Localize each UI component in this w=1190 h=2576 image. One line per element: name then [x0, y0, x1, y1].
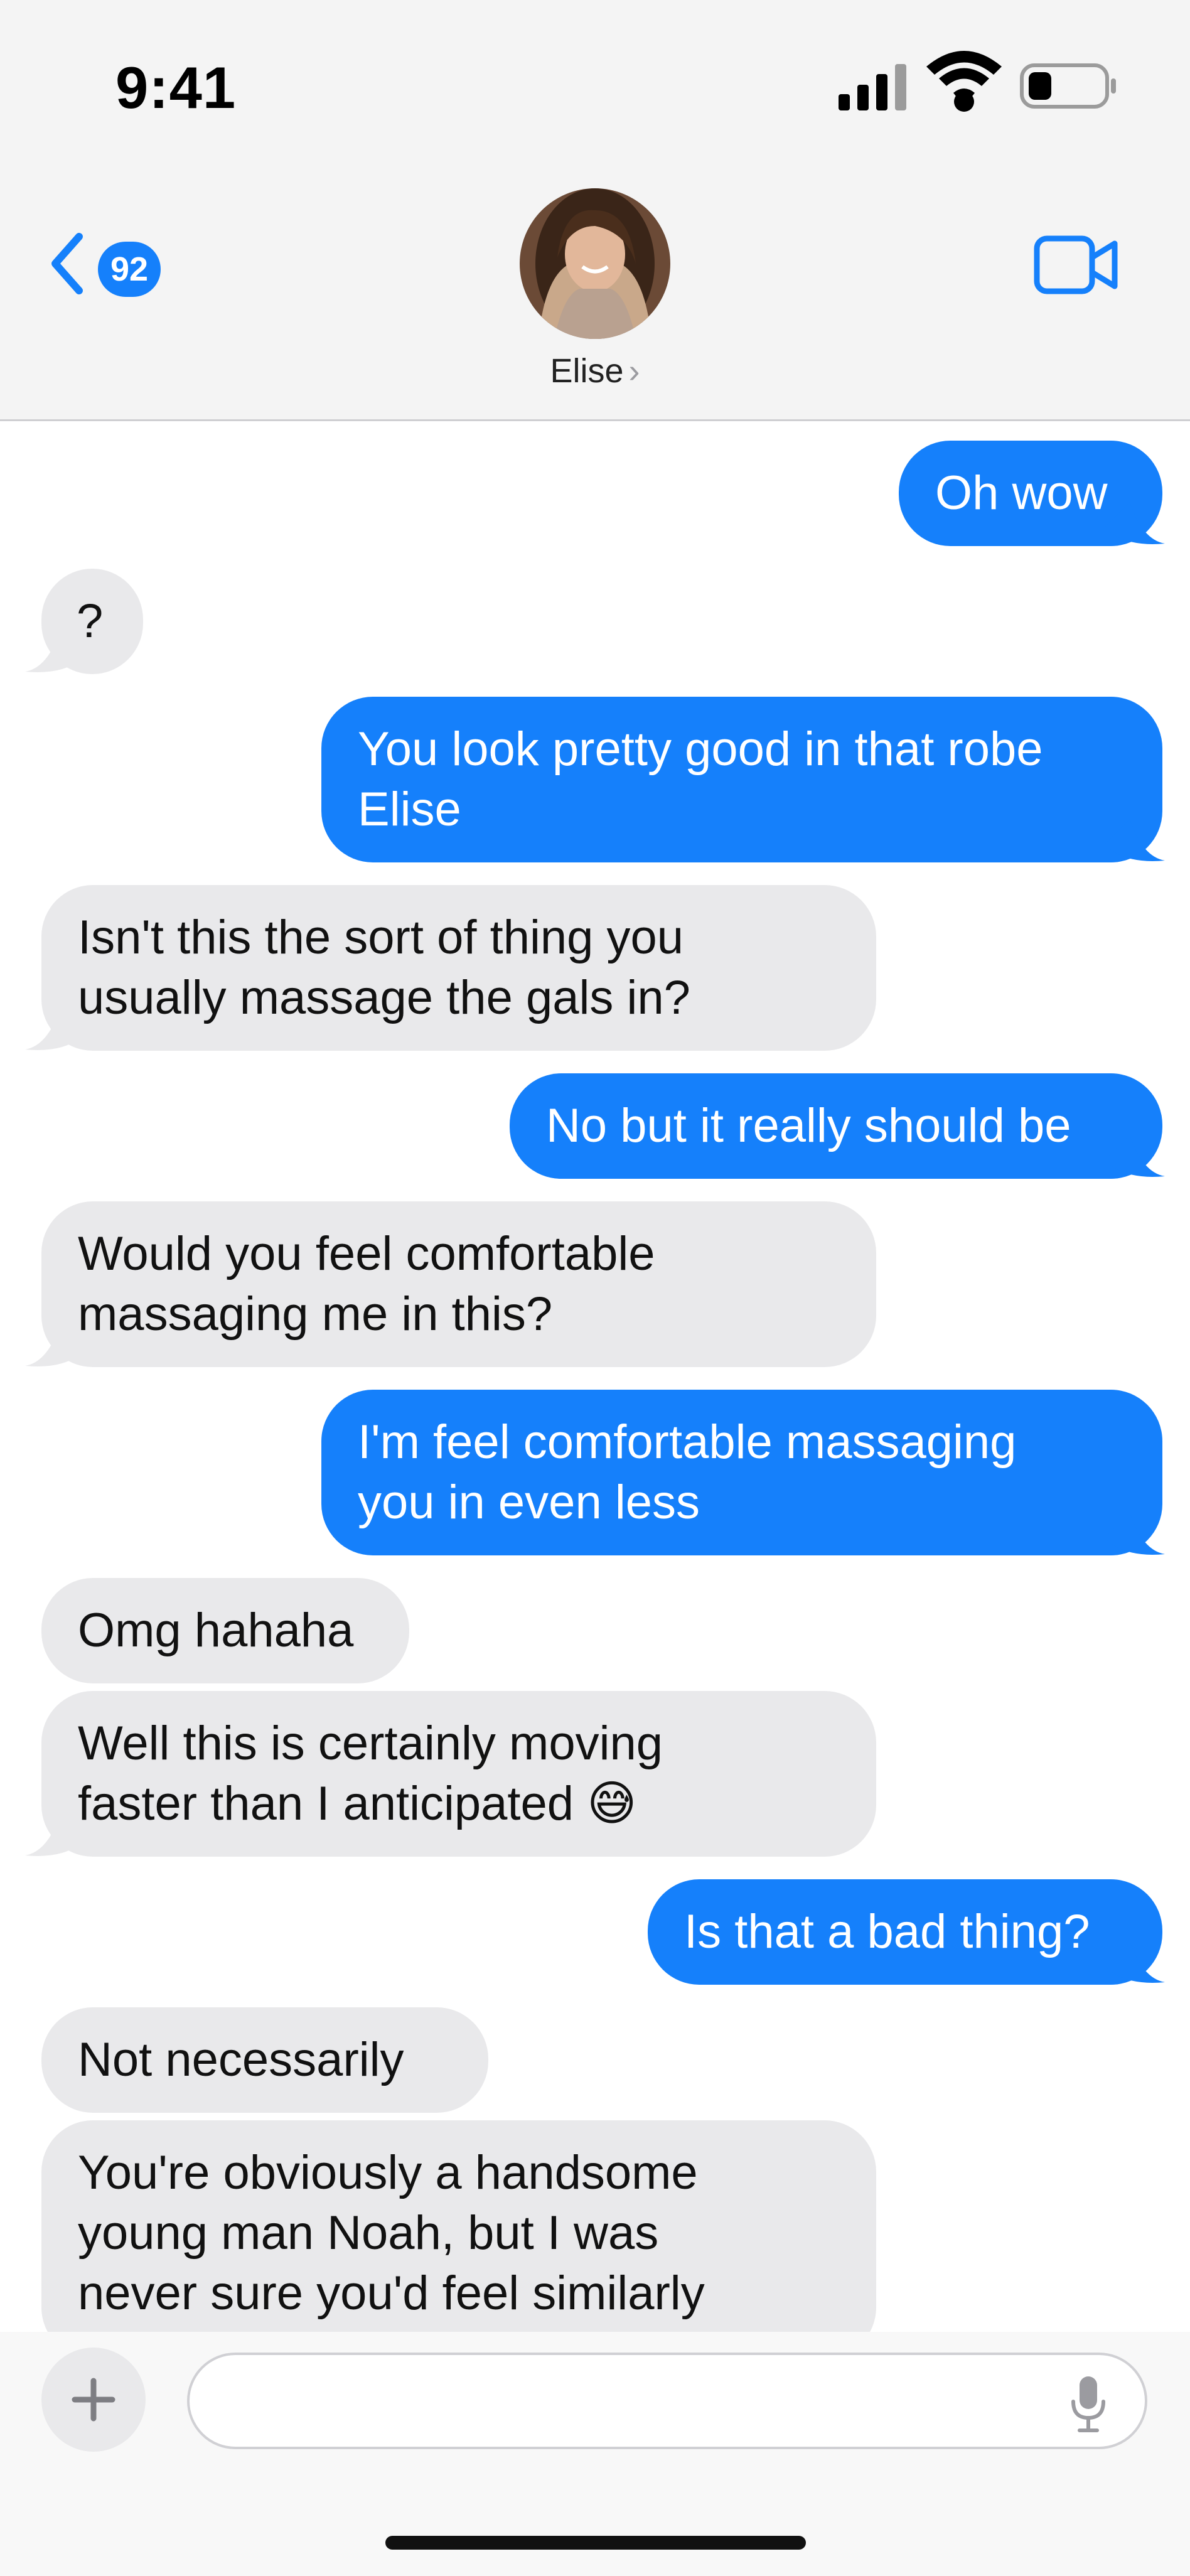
- wifi-icon: [926, 51, 1002, 112]
- video-call-button[interactable]: [1033, 233, 1121, 296]
- bubble-tail-incoming: [25, 1008, 85, 1050]
- video-camera-icon: [1034, 235, 1118, 294]
- bubble-tail-outgoing: [1105, 1135, 1165, 1177]
- status-icons: [839, 51, 1116, 112]
- bubble-tail-incoming: [25, 1324, 85, 1366]
- bubble-tail-incoming: [25, 1814, 85, 1856]
- bubble-tail-outgoing: [1105, 819, 1165, 861]
- cellular-signal-icon: [839, 64, 906, 110]
- plus-icon: [72, 2378, 115, 2422]
- unread-count-badge: 92: [98, 242, 161, 297]
- status-time: 9:41: [115, 55, 237, 121]
- contact-avatar[interactable]: [520, 188, 670, 339]
- chevron-left-icon: [51, 233, 83, 294]
- bubble-tail-incoming: [25, 630, 85, 672]
- back-button[interactable]: 92: [44, 223, 176, 304]
- avatar-image: [520, 188, 670, 339]
- message-input[interactable]: [221, 2374, 1039, 2432]
- add-attachment-button[interactable]: [41, 2348, 146, 2452]
- contact-name: Elise: [550, 352, 624, 390]
- chevron-right-icon: ›: [628, 352, 640, 390]
- contact-name-button[interactable]: Elise ›: [0, 352, 1190, 390]
- bubble-tail-outgoing: [1105, 1941, 1165, 1983]
- home-indicator[interactable]: [385, 2536, 806, 2550]
- battery-icon: [1020, 63, 1116, 109]
- conversation-header: 9:41 92 Elise ›: [0, 0, 1190, 421]
- microphone-icon[interactable]: [1069, 2374, 1107, 2434]
- message-input-field[interactable]: [187, 2353, 1147, 2449]
- bubble-tail-outgoing: [1105, 502, 1165, 544]
- bubble-tail-outgoing: [1105, 1513, 1165, 1555]
